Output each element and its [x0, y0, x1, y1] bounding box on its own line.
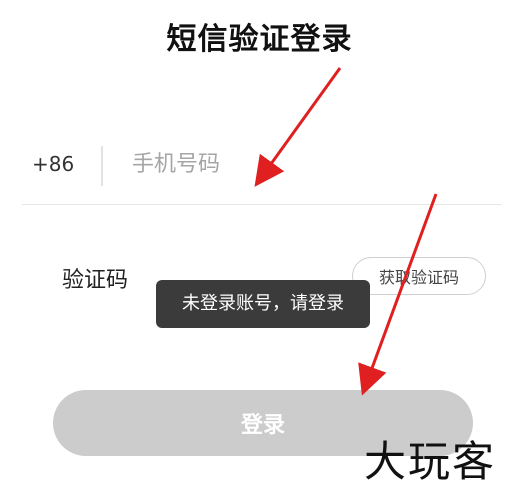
get-code-button[interactable]: 获取验证码	[352, 257, 486, 295]
phone-number-input[interactable]	[132, 144, 472, 184]
phone-divider	[101, 146, 103, 186]
country-code-selector[interactable]: +86	[32, 152, 74, 176]
verification-code-label: 验证码	[62, 268, 129, 293]
toast-message: 未登录账号，请登录	[156, 280, 370, 328]
phone-row: +86	[22, 130, 502, 205]
page-title: 短信验证登录	[166, 22, 353, 57]
watermark-logo: 大玩客	[364, 437, 497, 486]
